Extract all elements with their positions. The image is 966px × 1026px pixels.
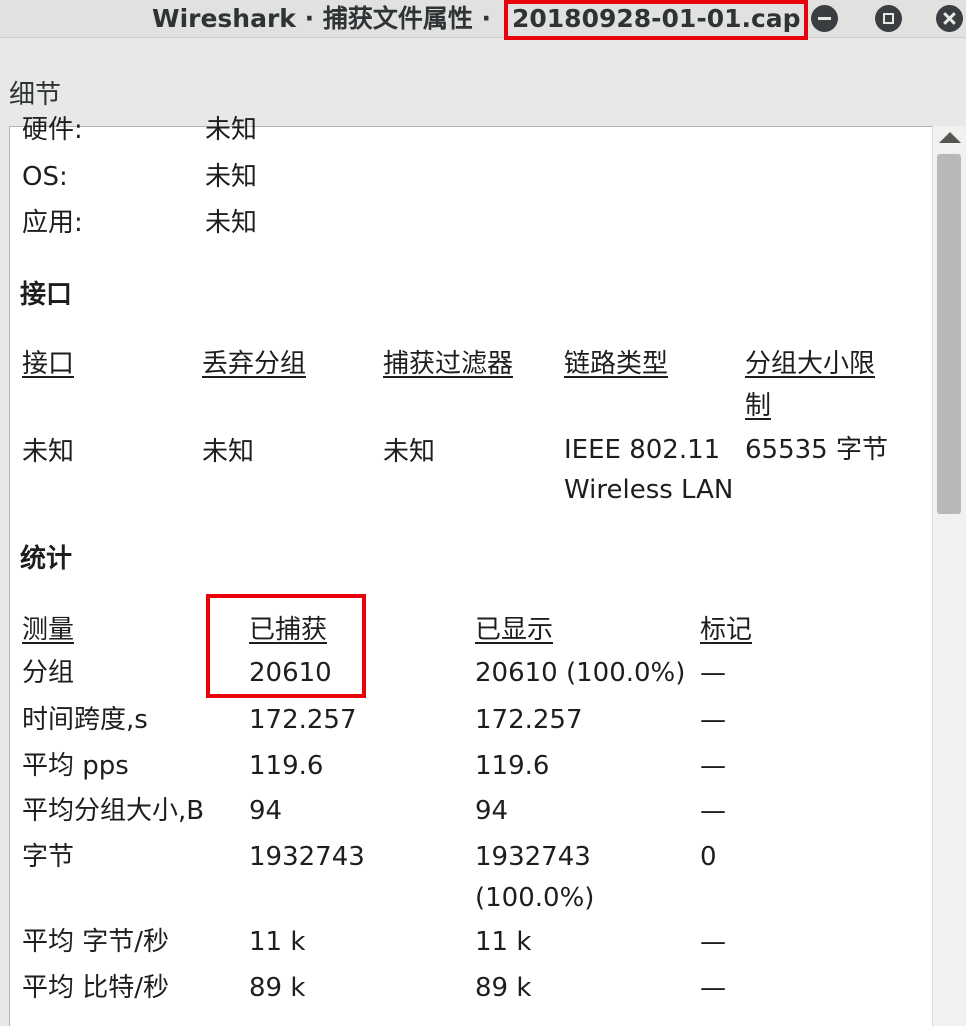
measure-cell: 平均分组大小,B bbox=[22, 796, 205, 826]
interface-value: 未知 bbox=[22, 437, 75, 467]
capture-filter-value: 未知 bbox=[383, 437, 436, 467]
captured-cell: 172.257 bbox=[249, 705, 357, 735]
displayed-cell-cont: (100.0%) bbox=[475, 883, 595, 913]
scroll-up-icon[interactable] bbox=[939, 132, 961, 143]
window-title: Wireshark · 捕获文件属性 · bbox=[152, 4, 492, 33]
col-capture-filter: 捕获过滤器 bbox=[383, 349, 514, 379]
measure-cell: 平均 字节/秒 bbox=[22, 927, 170, 957]
link-type-value: IEEE 802.11 bbox=[564, 435, 721, 465]
captured-cell: 89 k bbox=[249, 973, 306, 1003]
displayed-cell: 119.6 bbox=[475, 751, 550, 781]
application-value: 未知 bbox=[205, 208, 258, 238]
marked-cell: — bbox=[700, 705, 726, 735]
displayed-cell: 1932743 bbox=[475, 842, 591, 872]
statistics-heading: 统计 bbox=[20, 544, 73, 574]
os-value: 未知 bbox=[205, 162, 258, 192]
hardware-value: 未知 bbox=[205, 115, 258, 145]
displayed-cell: 20610 (100.0%) bbox=[475, 658, 686, 688]
dropped-value: 未知 bbox=[202, 437, 255, 467]
window-titlebar[interactable]: Wireshark · 捕获文件属性 · 20180928-01-01.cap bbox=[0, 0, 966, 38]
col-snaplen: 分组大小限 bbox=[745, 349, 876, 379]
measure-cell: 字节 bbox=[22, 842, 75, 872]
captured-cell: 119.6 bbox=[249, 751, 324, 781]
marked-cell: — bbox=[700, 796, 726, 826]
captured-highlight-box bbox=[206, 594, 366, 698]
marked-cell: — bbox=[700, 658, 726, 688]
measure-cell: 时间跨度,s bbox=[22, 705, 148, 735]
measure-cell: 分组 bbox=[22, 658, 75, 688]
maximize-icon[interactable] bbox=[875, 5, 902, 32]
marked-cell: — bbox=[700, 927, 726, 957]
details-label: 细节 bbox=[9, 80, 62, 110]
captured-cell: 11 k bbox=[249, 927, 306, 957]
snaplen-value: 65535 字节 bbox=[745, 435, 888, 465]
marked-cell: — bbox=[700, 973, 726, 1003]
col-dropped: 丢弃分组 bbox=[202, 349, 307, 379]
displayed-cell: 89 k bbox=[475, 973, 532, 1003]
col-interface: 接口 bbox=[22, 349, 75, 379]
col-link-type: 链路类型 bbox=[564, 349, 669, 379]
displayed-cell: 94 bbox=[475, 796, 509, 826]
link-type-value-cont: Wireless LAN bbox=[564, 475, 734, 505]
os-label: OS: bbox=[22, 162, 68, 192]
col-displayed: 已显示 bbox=[475, 615, 554, 645]
application-label: 应用: bbox=[22, 208, 83, 238]
minimize-icon[interactable] bbox=[811, 5, 838, 32]
hardware-label: 硬件: bbox=[22, 115, 83, 145]
vertical-scrollbar[interactable] bbox=[932, 126, 966, 1026]
close-icon[interactable] bbox=[936, 5, 963, 32]
marked-cell: 0 bbox=[700, 842, 717, 872]
filename-highlight-box bbox=[504, 0, 808, 40]
measure-cell: 平均 pps bbox=[22, 751, 129, 781]
displayed-cell: 11 k bbox=[475, 927, 532, 957]
captured-cell: 1932743 bbox=[249, 842, 365, 872]
marked-cell: — bbox=[700, 751, 726, 781]
col-measure: 测量 bbox=[22, 615, 75, 645]
col-snaplen-cont: 制 bbox=[745, 391, 772, 421]
captured-cell: 94 bbox=[249, 796, 283, 826]
col-marked: 标记 bbox=[700, 615, 753, 645]
displayed-cell: 172.257 bbox=[475, 705, 583, 735]
measure-cell: 平均 比特/秒 bbox=[22, 973, 170, 1003]
scrollbar-thumb[interactable] bbox=[937, 154, 961, 514]
interfaces-heading: 接口 bbox=[20, 280, 73, 310]
